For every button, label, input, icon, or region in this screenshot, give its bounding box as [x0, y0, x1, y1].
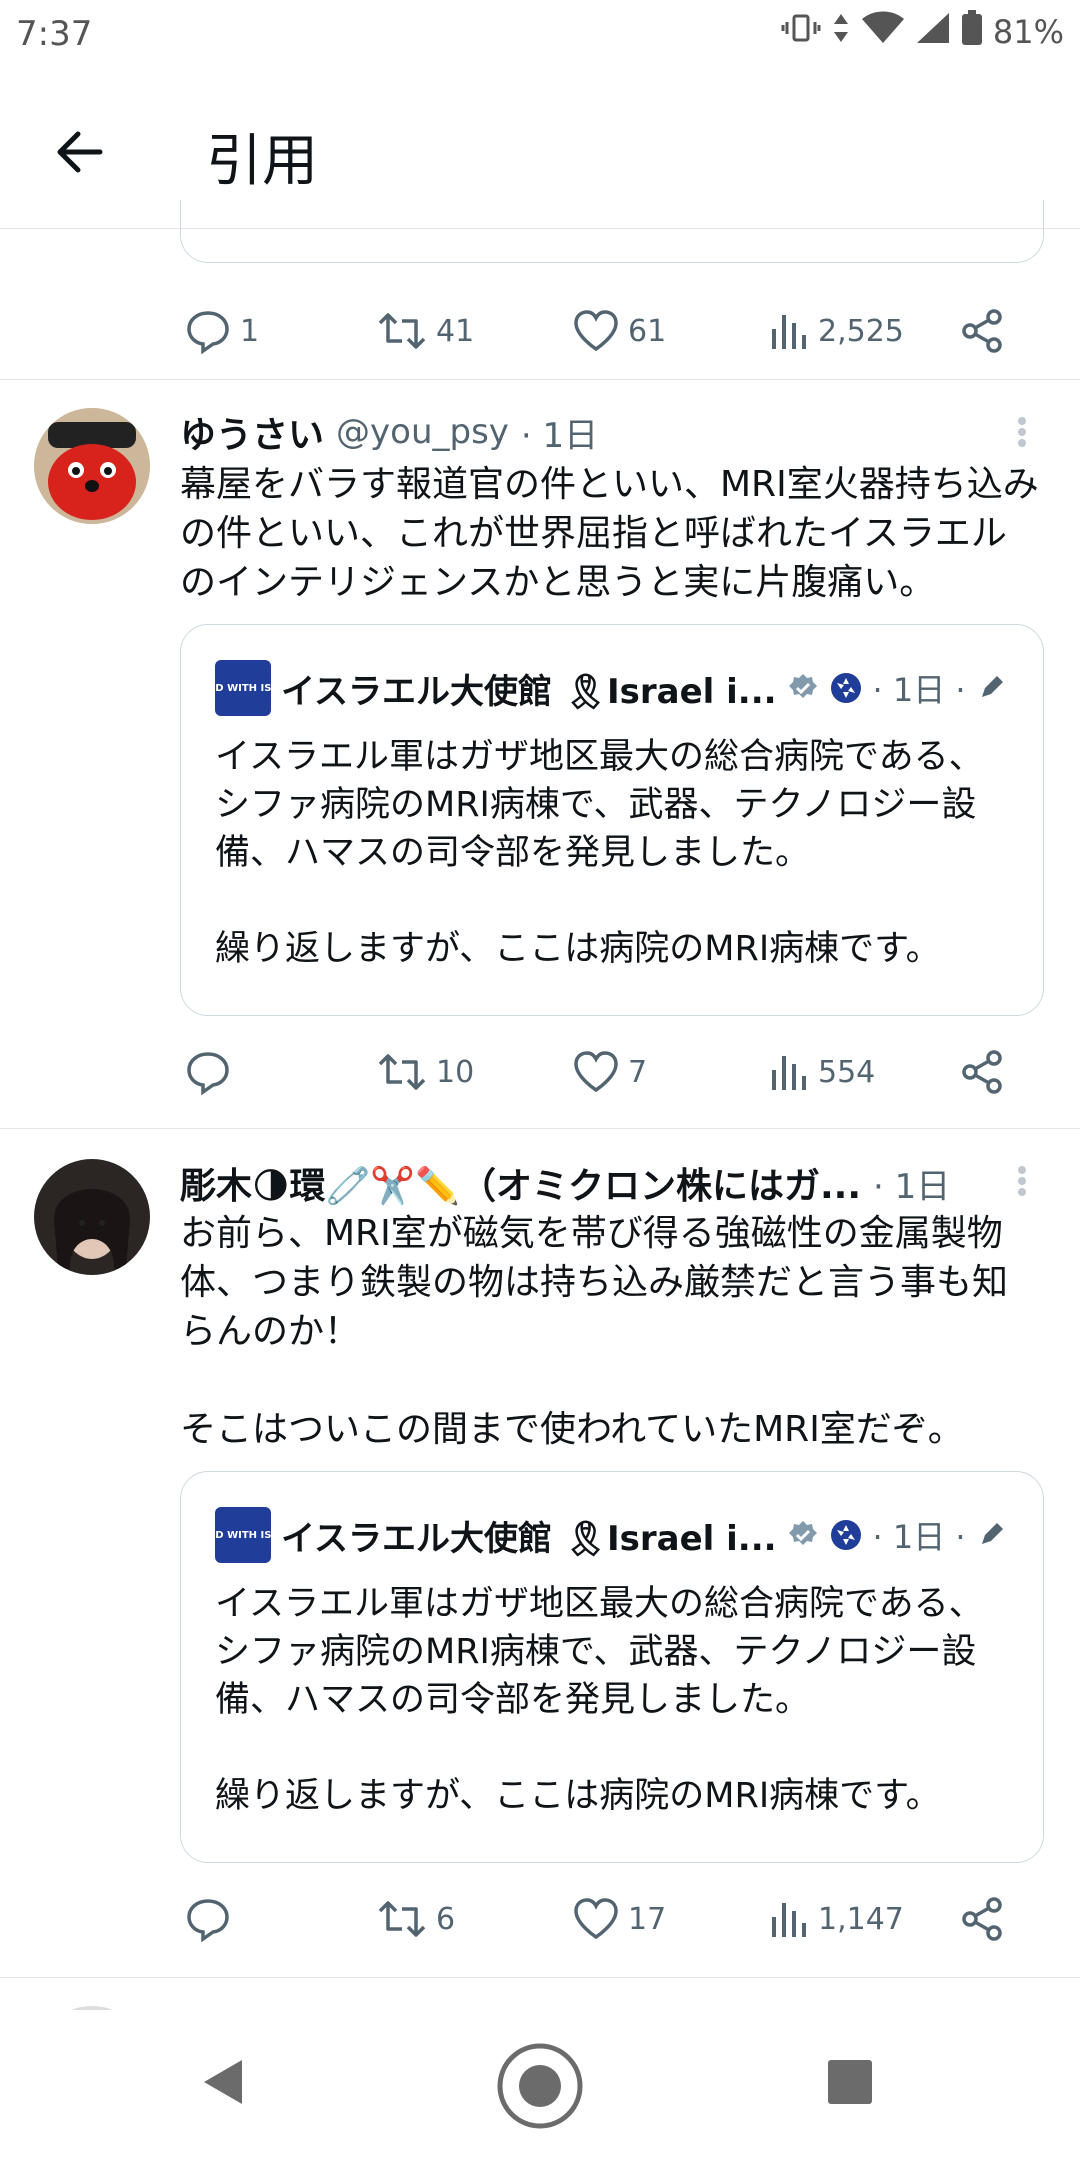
quote-text: イスラエル軍はガザ地区最大の総合病院である、シファ病院のMRI病棟で、武器、テク… — [215, 737, 984, 969]
previous-quote-card[interactable] — [180, 200, 1044, 263]
post-time: · 1日 — [873, 1166, 951, 1207]
more-options-button[interactable] — [1012, 1163, 1032, 1203]
status-bar: 7:37 81% — [0, 0, 1080, 72]
post-2[interactable]: 彫木🌗環🧷✂️✏️（オミクロン株にはガ... · 1日 お前ら、MRI室が磁気を… — [0, 1129, 1080, 1978]
reply-count: 1 — [240, 313, 260, 349]
vibrate-icon — [781, 12, 821, 52]
nav-home-icon — [497, 2043, 583, 2129]
share-icon — [962, 1897, 1002, 1941]
like-count: 17 — [628, 1901, 667, 1937]
avatar[interactable] — [34, 1159, 150, 1275]
share-icon — [962, 1050, 1002, 1094]
repost-button[interactable]: 41 — [376, 291, 474, 371]
post-actions: 10 7 554 — [0, 1032, 1080, 1112]
page-title: 引用 — [206, 129, 318, 194]
quote-author-name: イスラエル大使館 🎗Israel i... — [281, 1518, 777, 1559]
author-handle[interactable]: @you_psy — [336, 412, 509, 452]
reply-button[interactable]: 1 — [184, 291, 259, 371]
quote-author-name: イスラエル大使館 🎗Israel i... — [281, 671, 777, 712]
author-name[interactable]: ゆうさい — [180, 406, 324, 458]
quote-time: · 1日 · — [872, 1518, 966, 1556]
post-actions: 6 17 1,147 — [0, 1879, 1080, 1959]
like-button[interactable]: 7 — [572, 1032, 647, 1112]
back-button[interactable] — [48, 120, 112, 184]
verified-badge-icon — [788, 1521, 817, 1545]
like-count: 7 — [628, 1054, 648, 1090]
like-button[interactable]: 17 — [572, 1879, 666, 1959]
views-button[interactable]: 554 — [770, 1032, 875, 1112]
avatar-image — [34, 408, 150, 524]
government-badge-icon — [830, 673, 861, 703]
author-name[interactable]: 彫木🌗環🧷✂️✏️（オミクロン株にはガ... — [180, 1157, 861, 1209]
quoted-post[interactable]: STAND WITH ISRAEL イスラエル大使館 🎗Israel i... … — [180, 1471, 1044, 1863]
edited-pencil-icon — [981, 1523, 1003, 1544]
nav-back-button[interactable] — [196, 2054, 252, 2114]
reply-icon — [187, 1052, 229, 1096]
quote-avatar: STAND WITH ISRAEL — [186, 660, 300, 716]
government-badge-icon — [830, 1520, 861, 1550]
post-time: · 1日 — [520, 415, 599, 456]
quote-text: イスラエル軍はガザ地区最大の総合病院である、シファ病院のMRI病棟で、武器、テク… — [215, 1584, 984, 1816]
like-count: 61 — [628, 313, 667, 349]
views-chart-icon — [772, 1056, 806, 1090]
heart-icon — [574, 1898, 618, 1940]
data-arrows-icon — [831, 12, 851, 52]
views-chart-icon — [772, 315, 806, 349]
reply-button[interactable] — [184, 1032, 240, 1112]
views-button[interactable]: 2,525 — [770, 291, 904, 371]
views-chart-icon — [772, 1903, 806, 1937]
status-time: 7:37 — [16, 14, 93, 54]
nav-home-button[interactable] — [494, 2040, 586, 2136]
avatar-image — [34, 1159, 150, 1275]
reply-icon — [187, 1899, 229, 1943]
post-1[interactable]: ゆうさい @you_psy · 1日 幕屋をバラす報道官の件といい、MRI室火器… — [0, 380, 1080, 1129]
repost-button[interactable]: 6 — [376, 1879, 455, 1959]
nav-back-icon — [204, 2060, 242, 2104]
system-nav-bar — [0, 2010, 1080, 2160]
post-text: 幕屋をバラす報道官の件といい、MRI室火器持ち込みの件といい、これが世界屈指と呼… — [180, 464, 1039, 603]
nav-recents-button[interactable] — [826, 2058, 874, 2110]
like-button[interactable]: 61 — [572, 291, 666, 371]
quoted-post[interactable]: STAND WITH ISRAEL イスラエル大使館 🎗Israel i... … — [180, 624, 1044, 1016]
heart-icon — [574, 310, 618, 352]
quote-time: · 1日 · — [872, 671, 966, 709]
post-text: お前ら、MRI室が磁気を帯び得る強磁性の金属製物体、つまり鉄製の物は持ち込み厳禁… — [180, 1213, 1009, 1450]
repost-count: 6 — [436, 1901, 456, 1937]
share-icon — [962, 309, 1002, 353]
heart-icon — [574, 1051, 618, 1093]
reply-button[interactable] — [184, 1879, 240, 1959]
views-count: 554 — [818, 1054, 876, 1090]
share-button[interactable] — [958, 1879, 1006, 1959]
share-button[interactable] — [958, 291, 1006, 371]
edited-pencil-icon — [981, 676, 1003, 697]
post-actions: 1 41 61 2,525 — [0, 283, 1080, 380]
signal-icon — [915, 11, 951, 53]
avatar[interactable] — [34, 408, 150, 524]
reply-icon — [187, 311, 229, 355]
quote-avatar: STAND WITH ISRAEL — [186, 1507, 300, 1563]
repost-button[interactable]: 10 — [376, 1032, 474, 1112]
back-arrow-icon — [57, 131, 103, 173]
repost-icon — [378, 313, 426, 349]
share-button[interactable] — [958, 1032, 1006, 1112]
views-count: 1,147 — [818, 1901, 904, 1937]
battery-percent: 81% — [992, 13, 1064, 51]
wifi-icon — [861, 11, 905, 53]
repost-icon — [378, 1054, 426, 1090]
repost-count: 41 — [436, 313, 475, 349]
next-post-peek[interactable] — [0, 1978, 1080, 2010]
verified-badge-icon — [788, 674, 817, 698]
battery-icon — [961, 10, 983, 54]
nav-recents-icon — [828, 2060, 872, 2104]
repost-icon — [378, 1901, 426, 1937]
views-button[interactable]: 1,147 — [770, 1879, 904, 1959]
more-options-button[interactable] — [1012, 414, 1032, 454]
views-count: 2,525 — [818, 313, 904, 349]
repost-count: 10 — [436, 1054, 475, 1090]
